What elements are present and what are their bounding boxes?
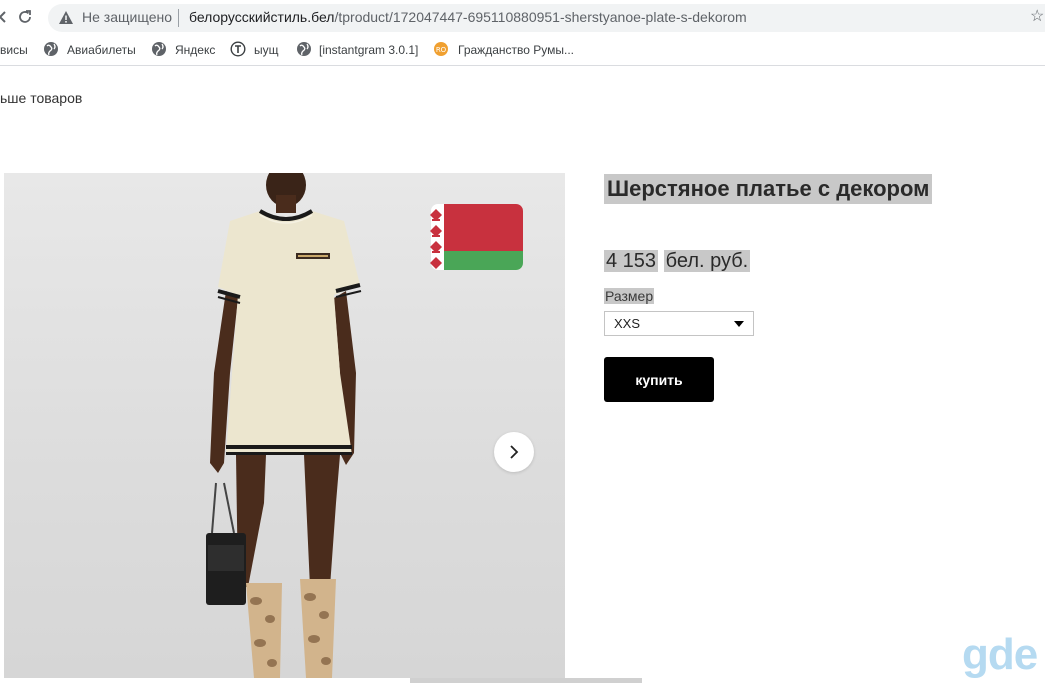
bookmark-item-aviabilety[interactable]: Авиабилеты (67, 43, 136, 57)
bookmark-item-yandex[interactable]: Яндекс (175, 43, 215, 57)
t-circle-icon (230, 41, 246, 57)
bookmark-item-grazhdanstvo[interactable]: Гражданство Румы... (458, 43, 574, 57)
size-label: Размер (604, 288, 655, 304)
site-icon: RO (433, 41, 449, 57)
bookmark-item-instantgram[interactable]: [instantgram 3.0.1] (319, 43, 418, 57)
product-photo (206, 173, 523, 678)
svg-text:RO: RO (436, 46, 447, 54)
warning-triangle-icon[interactable] (58, 10, 74, 26)
product-title: Шерстяное платье с декором (604, 174, 933, 204)
bookmarks-bar: висы Авиабилеты Яндекс ыущ [instantgram … (0, 36, 1045, 66)
back-arrow-icon[interactable] (0, 6, 14, 28)
chevron-down-icon (734, 321, 744, 327)
bookmark-item-yushch[interactable]: ыущ (254, 43, 279, 57)
globe-icon (151, 41, 167, 57)
belarus-flag-icon (430, 204, 523, 270)
price-value: 4 153 (604, 250, 659, 272)
horizontal-scrollbar[interactable] (410, 678, 642, 683)
watermark-logo: gde (962, 630, 1038, 679)
buy-button[interactable]: купить (604, 357, 714, 402)
browser-address-bar: Не защищено белорусскийстиль.бел/tproduc… (0, 0, 1045, 36)
url-host: белорусскийстиль.бел (189, 9, 335, 25)
price-currency: бел. руб. (663, 250, 751, 272)
bookmark-star-icon[interactable]: ☆ (1030, 6, 1044, 26)
globe-icon (296, 41, 312, 57)
url-path: /tproduct/172047447-695110880951-shersty… (334, 9, 747, 25)
globe-icon (43, 41, 59, 57)
bookmark-item-services[interactable]: висы (0, 43, 28, 57)
more-products-link[interactable]: ьше товаров (0, 90, 82, 106)
security-status[interactable]: Не защищено (82, 9, 172, 25)
chevron-right-icon (510, 445, 519, 459)
omnibox-divider (178, 9, 179, 27)
size-select[interactable]: XXS (604, 311, 754, 336)
product-image-gallery[interactable] (4, 173, 565, 678)
url-text[interactable]: белорусскийстиль.бел/tproduct/172047447-… (189, 9, 747, 25)
product-price: 4 153 бел. руб. (604, 250, 751, 273)
gallery-next-button[interactable] (494, 432, 534, 472)
size-selected-value: XXS (614, 316, 641, 331)
reload-icon[interactable] (14, 6, 36, 28)
